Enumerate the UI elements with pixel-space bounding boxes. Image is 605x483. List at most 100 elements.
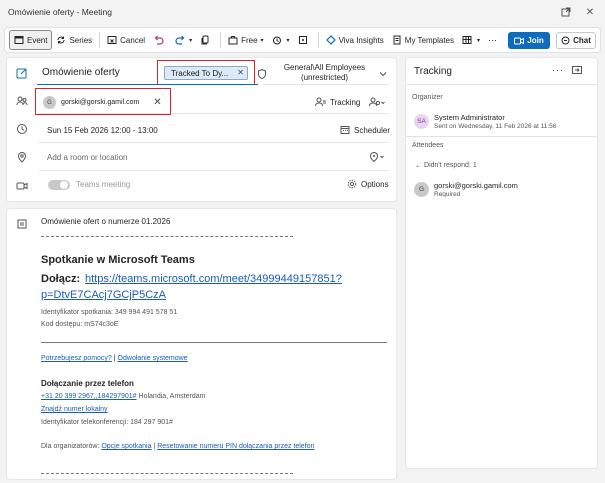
series-label: Series xyxy=(69,35,93,45)
undo-icon xyxy=(154,35,164,45)
viva-label: Viva Insights xyxy=(338,35,384,45)
cancel-button[interactable]: Cancel xyxy=(103,30,149,50)
system-reference-link[interactable]: Odwołanie systemowe xyxy=(118,355,188,362)
series-button[interactable]: Series xyxy=(52,30,96,50)
highlight-box xyxy=(35,88,171,115)
help-link[interactable]: Potrzebujesz pomocy? xyxy=(41,355,112,362)
teams-meeting-label: Teams meeting xyxy=(76,180,131,189)
ellipsis-icon[interactable]: ··· xyxy=(552,65,564,75)
show-as-button[interactable]: Free ▾ xyxy=(224,30,267,50)
tracking-pane: Tracking ··· Organizer SA System Adminis… xyxy=(405,57,598,469)
redo-button[interactable]: ▾ xyxy=(171,30,196,50)
response-options-button[interactable] xyxy=(369,97,385,109)
row-divider xyxy=(39,170,388,171)
response-icon xyxy=(369,97,385,107)
organizer-name: System Administrator xyxy=(434,113,505,122)
video-camera-icon xyxy=(16,182,28,190)
organizers-prefix: Dla organizatorów: xyxy=(41,443,102,450)
sensitivity-line-2: (unrestricted) xyxy=(300,73,349,82)
window-title: Omówienie oferty - Meeting xyxy=(8,7,112,17)
cancel-label: Cancel xyxy=(120,35,146,45)
sensitivity-line-1: General\All Employees xyxy=(283,63,366,72)
gear-icon xyxy=(347,179,357,189)
location-options-button[interactable] xyxy=(369,152,385,164)
cancel-calendar-icon xyxy=(107,36,117,44)
more-button[interactable] xyxy=(294,30,315,50)
pane-divider xyxy=(406,136,597,137)
chevron-down-icon[interactable] xyxy=(379,71,387,77)
meeting-body[interactable]: Omówienie ofert o numerze 01.2026 Spotka… xyxy=(6,208,397,480)
free-label: Free xyxy=(241,35,258,45)
options-button[interactable]: Options xyxy=(347,179,389,189)
toolbar-divider xyxy=(99,32,101,48)
pane-toggle-icon[interactable] xyxy=(572,65,582,75)
scheduler-label: Scheduler xyxy=(354,125,391,135)
event-button[interactable]: Event xyxy=(9,30,53,50)
join-label: Join xyxy=(527,36,544,45)
viva-insights-button[interactable]: Viva Insights xyxy=(322,30,388,50)
join-button[interactable]: Join xyxy=(508,32,550,49)
series-icon xyxy=(57,36,65,44)
phone-location: Holandia, Amsterdam xyxy=(136,393,206,400)
ellipsis-icon: ··· xyxy=(488,35,497,45)
meeting-form: Omówienie oferty Tracked To Dy... ✕ Gene… xyxy=(6,57,397,202)
toolbar-divider xyxy=(317,32,319,48)
meeting-options-link[interactable]: Opcje spotkania xyxy=(101,443,151,450)
body-separator xyxy=(41,473,293,474)
edit-icon xyxy=(16,68,27,79)
clock-icon xyxy=(17,124,27,134)
highlight-box xyxy=(157,60,255,85)
grid-button[interactable]: ▾ xyxy=(458,30,484,50)
location-input[interactable]: Add a room or location xyxy=(47,153,128,162)
close-window-icon[interactable]: ✕ xyxy=(582,4,598,20)
find-local-number-link[interactable]: Znajdź numer lokalny xyxy=(41,406,108,413)
scheduler-icon xyxy=(340,126,350,134)
toolbar-divider xyxy=(220,32,222,48)
attendee-email: gorski@gorski.gamil.com xyxy=(434,181,518,190)
chevron-down-icon: ▾ xyxy=(286,37,290,44)
chat-label: Chat xyxy=(573,36,591,45)
subject-input[interactable]: Omówienie oferty xyxy=(42,67,120,78)
body-intro: Omówienie ofert o numerze 01.2026 xyxy=(41,217,171,226)
phone-number-link[interactable]: +31 20 399 2967,,184297901# xyxy=(41,393,137,400)
attendee-role: Required xyxy=(434,191,461,198)
didnt-respond-group[interactable]: ⌄ Didn't respond: 1 xyxy=(415,162,477,169)
sensitivity-label-selector[interactable]: General\All Employees (unrestricted) xyxy=(278,63,371,83)
conference-id: Identyfikator telekonferencji: 184 297 9… xyxy=(41,419,173,426)
subject-underline xyxy=(37,84,258,85)
join-link-continued[interactable]: p=DtvE7CAcj7GCjP5CzA xyxy=(41,289,166,301)
phone-heading: Dołączanie przez telefon xyxy=(41,379,134,388)
organizer-sent-time: Sent on Wednesday, 11 Feb 2026 at 11:56 xyxy=(434,123,557,130)
row-divider xyxy=(263,84,388,85)
templates-label: My Templates xyxy=(404,35,454,45)
join-link[interactable]: https://teams.microsoft.com/meet/3499944… xyxy=(85,273,342,285)
copy-icon xyxy=(201,35,209,45)
meeting-id: Identyfikator spotkania: 349 994 491 578… xyxy=(41,309,178,316)
my-templates-button[interactable]: My Templates xyxy=(388,30,458,50)
attendee-avatar: G xyxy=(414,182,429,197)
title-bar: Omówienie oferty - Meeting ✕ xyxy=(0,0,605,24)
alarm-icon xyxy=(272,36,281,45)
undo-button[interactable] xyxy=(149,30,171,50)
subject-row: Omówienie oferty Tracked To Dy... ✕ Gene… xyxy=(7,58,396,85)
options-label: Options xyxy=(361,179,389,189)
datetime-field[interactable]: Sun 15 Feb 2026 12:00 - 13:00 xyxy=(47,126,158,135)
reminder-button[interactable]: ▾ xyxy=(268,30,294,50)
location-pin-icon xyxy=(17,152,27,163)
chevron-down-icon: ▾ xyxy=(476,37,480,44)
copy-button[interactable] xyxy=(196,30,217,50)
tracking-title: Tracking xyxy=(414,66,452,77)
video-icon xyxy=(514,37,525,44)
redo-chevron-icon: ▾ xyxy=(189,37,193,44)
teams-heading: Spotkanie w Microsoft Teams xyxy=(41,254,195,266)
scheduler-button[interactable]: Scheduler xyxy=(340,125,390,135)
overflow-button[interactable]: ··· xyxy=(484,30,501,50)
popout-icon[interactable] xyxy=(558,4,574,20)
body-divider xyxy=(41,342,387,343)
organizer-label: Organizer xyxy=(412,94,443,101)
chat-button[interactable]: Chat xyxy=(556,32,596,49)
teams-meeting-toggle[interactable] xyxy=(48,180,70,190)
reset-pin-link[interactable]: Resetowanie numeru PIN dołączania przez … xyxy=(157,443,314,450)
chevron-down-icon: ▾ xyxy=(260,37,264,44)
tracking-button[interactable]: Tracking xyxy=(315,97,360,107)
